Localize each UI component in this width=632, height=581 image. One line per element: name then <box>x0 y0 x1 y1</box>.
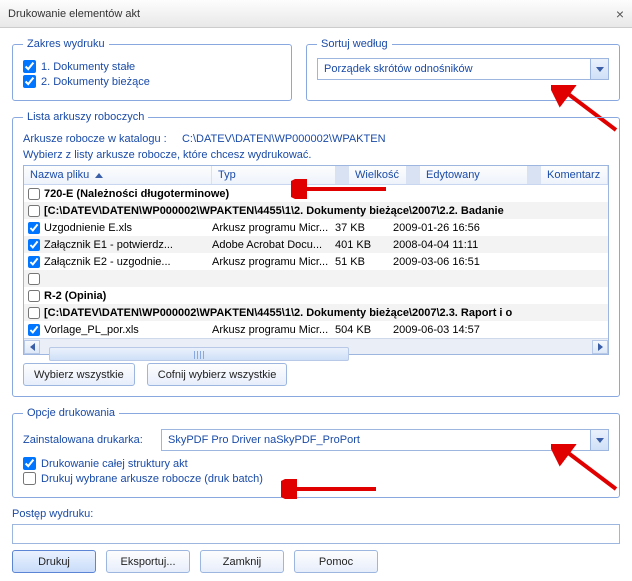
col-komentarz[interactable]: Komentarz <box>541 166 608 184</box>
row-edit: 2009-01-26 16:56 <box>393 222 503 234</box>
chk-cala-struktura[interactable]: Drukowanie całej struktury akt <box>23 457 609 470</box>
chk-dokumenty-biezace-box[interactable] <box>23 75 36 88</box>
col-nazwa[interactable]: Nazwa pliku <box>24 166 212 184</box>
sort-dropdown-value: Porządek skrótów odnośników <box>324 63 473 75</box>
help-button[interactable]: Pomoc <box>294 550 378 573</box>
export-button[interactable]: Eksportuj... <box>106 550 190 573</box>
chk-cala-struktura-label: Drukowanie całej struktury akt <box>41 458 188 470</box>
table-row[interactable]: [C:\DATEV\DATEN\WP000002\WPAKTEN\4455\1\… <box>24 202 608 219</box>
table-row[interactable]: Uzgodnienie E.xlsArkusz programu Micr...… <box>24 219 608 236</box>
row-checkbox[interactable] <box>28 324 40 336</box>
row-name: Vorlage_PL_por.xls <box>44 324 212 336</box>
instruction-text: Wybierz z listy arkusze robocze, które c… <box>23 149 609 161</box>
group-sort: Sortuj według Porządek skrótów odnośnikó… <box>306 38 620 101</box>
row-size: 51 KB <box>335 256 393 268</box>
row-name: 720-E (Należności długoterminowe) <box>44 188 604 200</box>
row-name: Załącznik E1 - potwierdz... <box>44 239 212 251</box>
row-typ: Arkusz programu Micr... <box>212 324 335 336</box>
table-row[interactable]: Załącznik E2 - uzgodnie...Arkusz program… <box>24 253 608 270</box>
legend-lista: Lista arkuszy roboczych <box>23 111 148 123</box>
table-row[interactable]: 720-E (Należności długoterminowe) <box>24 185 608 202</box>
group-zakres: Zakres wydruku 1. Dokumenty stałe 2. Dok… <box>12 38 292 101</box>
select-all-button[interactable]: Wybierz wszystkie <box>23 363 135 386</box>
row-checkbox[interactable] <box>28 222 40 234</box>
group-opcje: Opcje drukowania Zainstalowana drukarka:… <box>12 407 620 498</box>
row-size: 504 KB <box>335 324 393 336</box>
chk-dokumenty-biezace-label: 2. Dokumenty bieżące <box>41 76 150 88</box>
chk-dokumenty-stale-label: 1. Dokumenty stałe <box>41 61 135 73</box>
scroll-thumb[interactable] <box>49 347 349 361</box>
row-checkbox[interactable] <box>28 290 40 302</box>
col-wielkosc[interactable]: Wielkość <box>349 166 407 184</box>
deselect-all-button[interactable]: Cofnij wybierz wszystkie <box>147 363 288 386</box>
chk-dokumenty-stale-box[interactable] <box>23 60 36 73</box>
titlebar: Drukowanie elementów akt × <box>0 0 632 28</box>
close-button[interactable]: Zamknij <box>200 550 284 573</box>
row-name: Załącznik E2 - uzgodnie... <box>44 256 212 268</box>
horizontal-scrollbar[interactable] <box>24 338 608 354</box>
sort-dropdown[interactable]: Porządek skrótów odnośników <box>317 58 609 80</box>
row-checkbox[interactable] <box>28 239 40 251</box>
row-checkbox[interactable] <box>28 256 40 268</box>
path-label: Arkusze robocze w katalogu : <box>23 133 167 145</box>
row-typ: Adobe Acrobat Docu... <box>212 239 335 251</box>
chk-druk-batch[interactable]: Drukuj wybrane arkusze robocze (druk bat… <box>23 472 609 485</box>
row-typ: Arkusz programu Micr... <box>212 256 335 268</box>
table-row[interactable]: [C:\DATEV\DATEN\WP000002\WPAKTEN\4455\1\… <box>24 304 608 321</box>
row-checkbox[interactable] <box>28 273 40 285</box>
worksheet-table: Nazwa pliku Typ Wielkość Edytowany Komen… <box>23 165 609 355</box>
legend-zakres: Zakres wydruku <box>23 38 109 50</box>
row-checkbox[interactable] <box>28 188 40 200</box>
table-row[interactable]: Załącznik E1 - potwierdz...Adobe Acrobat… <box>24 236 608 253</box>
table-header: Nazwa pliku Typ Wielkość Edytowany Komen… <box>24 166 608 185</box>
row-edit: 2009-03-06 16:51 <box>393 256 503 268</box>
row-checkbox[interactable] <box>28 205 40 217</box>
progress-bar <box>12 524 620 544</box>
col-edytowany[interactable]: Edytowany <box>420 166 528 184</box>
legend-opcje: Opcje drukowania <box>23 407 119 419</box>
row-edit: 2008-04-04 11:11 <box>393 239 503 251</box>
chk-dokumenty-biezace[interactable]: 2. Dokumenty bieżące <box>23 75 281 88</box>
table-row[interactable]: R-2 (Opinia) <box>24 287 608 304</box>
close-icon[interactable]: × <box>616 6 624 22</box>
legend-sort: Sortuj według <box>317 38 392 50</box>
row-edit: 2009-06-03 14:57 <box>393 324 503 336</box>
row-size: 37 KB <box>335 222 393 234</box>
print-button[interactable]: Drukuj <box>12 550 96 573</box>
window-title: Drukowanie elementów akt <box>8 8 140 20</box>
chk-druk-batch-box[interactable] <box>23 472 36 485</box>
table-row[interactable]: Vorlage_PL_por.xlsArkusz programu Micr..… <box>24 321 608 338</box>
group-lista: Lista arkuszy roboczych Arkusze robocze … <box>12 111 620 397</box>
row-checkbox[interactable] <box>28 307 40 319</box>
col-typ[interactable]: Typ <box>212 166 336 184</box>
printer-dropdown[interactable]: SkyPDF Pro Driver naSkyPDF_ProPort <box>161 429 609 451</box>
row-name: [C:\DATEV\DATEN\WP000002\WPAKTEN\4455\1\… <box>44 205 604 217</box>
path-value: C:\DATEV\DATEN\WP000002\WPAKTEN <box>182 133 386 145</box>
row-typ: Arkusz programu Micr... <box>212 222 335 234</box>
chk-druk-batch-label: Drukuj wybrane arkusze robocze (druk bat… <box>41 473 263 485</box>
row-size: 401 KB <box>335 239 393 251</box>
scroll-left-icon[interactable] <box>24 340 40 354</box>
chevron-down-icon[interactable] <box>590 59 608 79</box>
chevron-down-icon[interactable] <box>590 430 608 450</box>
chk-dokumenty-stale[interactable]: 1. Dokumenty stałe <box>23 60 281 73</box>
progress-label: Postęp wydruku: <box>12 508 620 520</box>
printer-dropdown-value: SkyPDF Pro Driver naSkyPDF_ProPort <box>168 434 360 446</box>
scroll-right-icon[interactable] <box>592 340 608 354</box>
table-row[interactable] <box>24 270 608 287</box>
printer-label: Zainstalowana drukarka: <box>23 434 153 446</box>
row-name: Uzgodnienie E.xls <box>44 222 212 234</box>
row-name: R-2 (Opinia) <box>44 290 604 302</box>
table-body: 720-E (Należności długoterminowe) [C:\DAT… <box>24 185 608 338</box>
chk-cala-struktura-box[interactable] <box>23 457 36 470</box>
row-name: [C:\DATEV\DATEN\WP000002\WPAKTEN\4455\1\… <box>44 307 604 319</box>
